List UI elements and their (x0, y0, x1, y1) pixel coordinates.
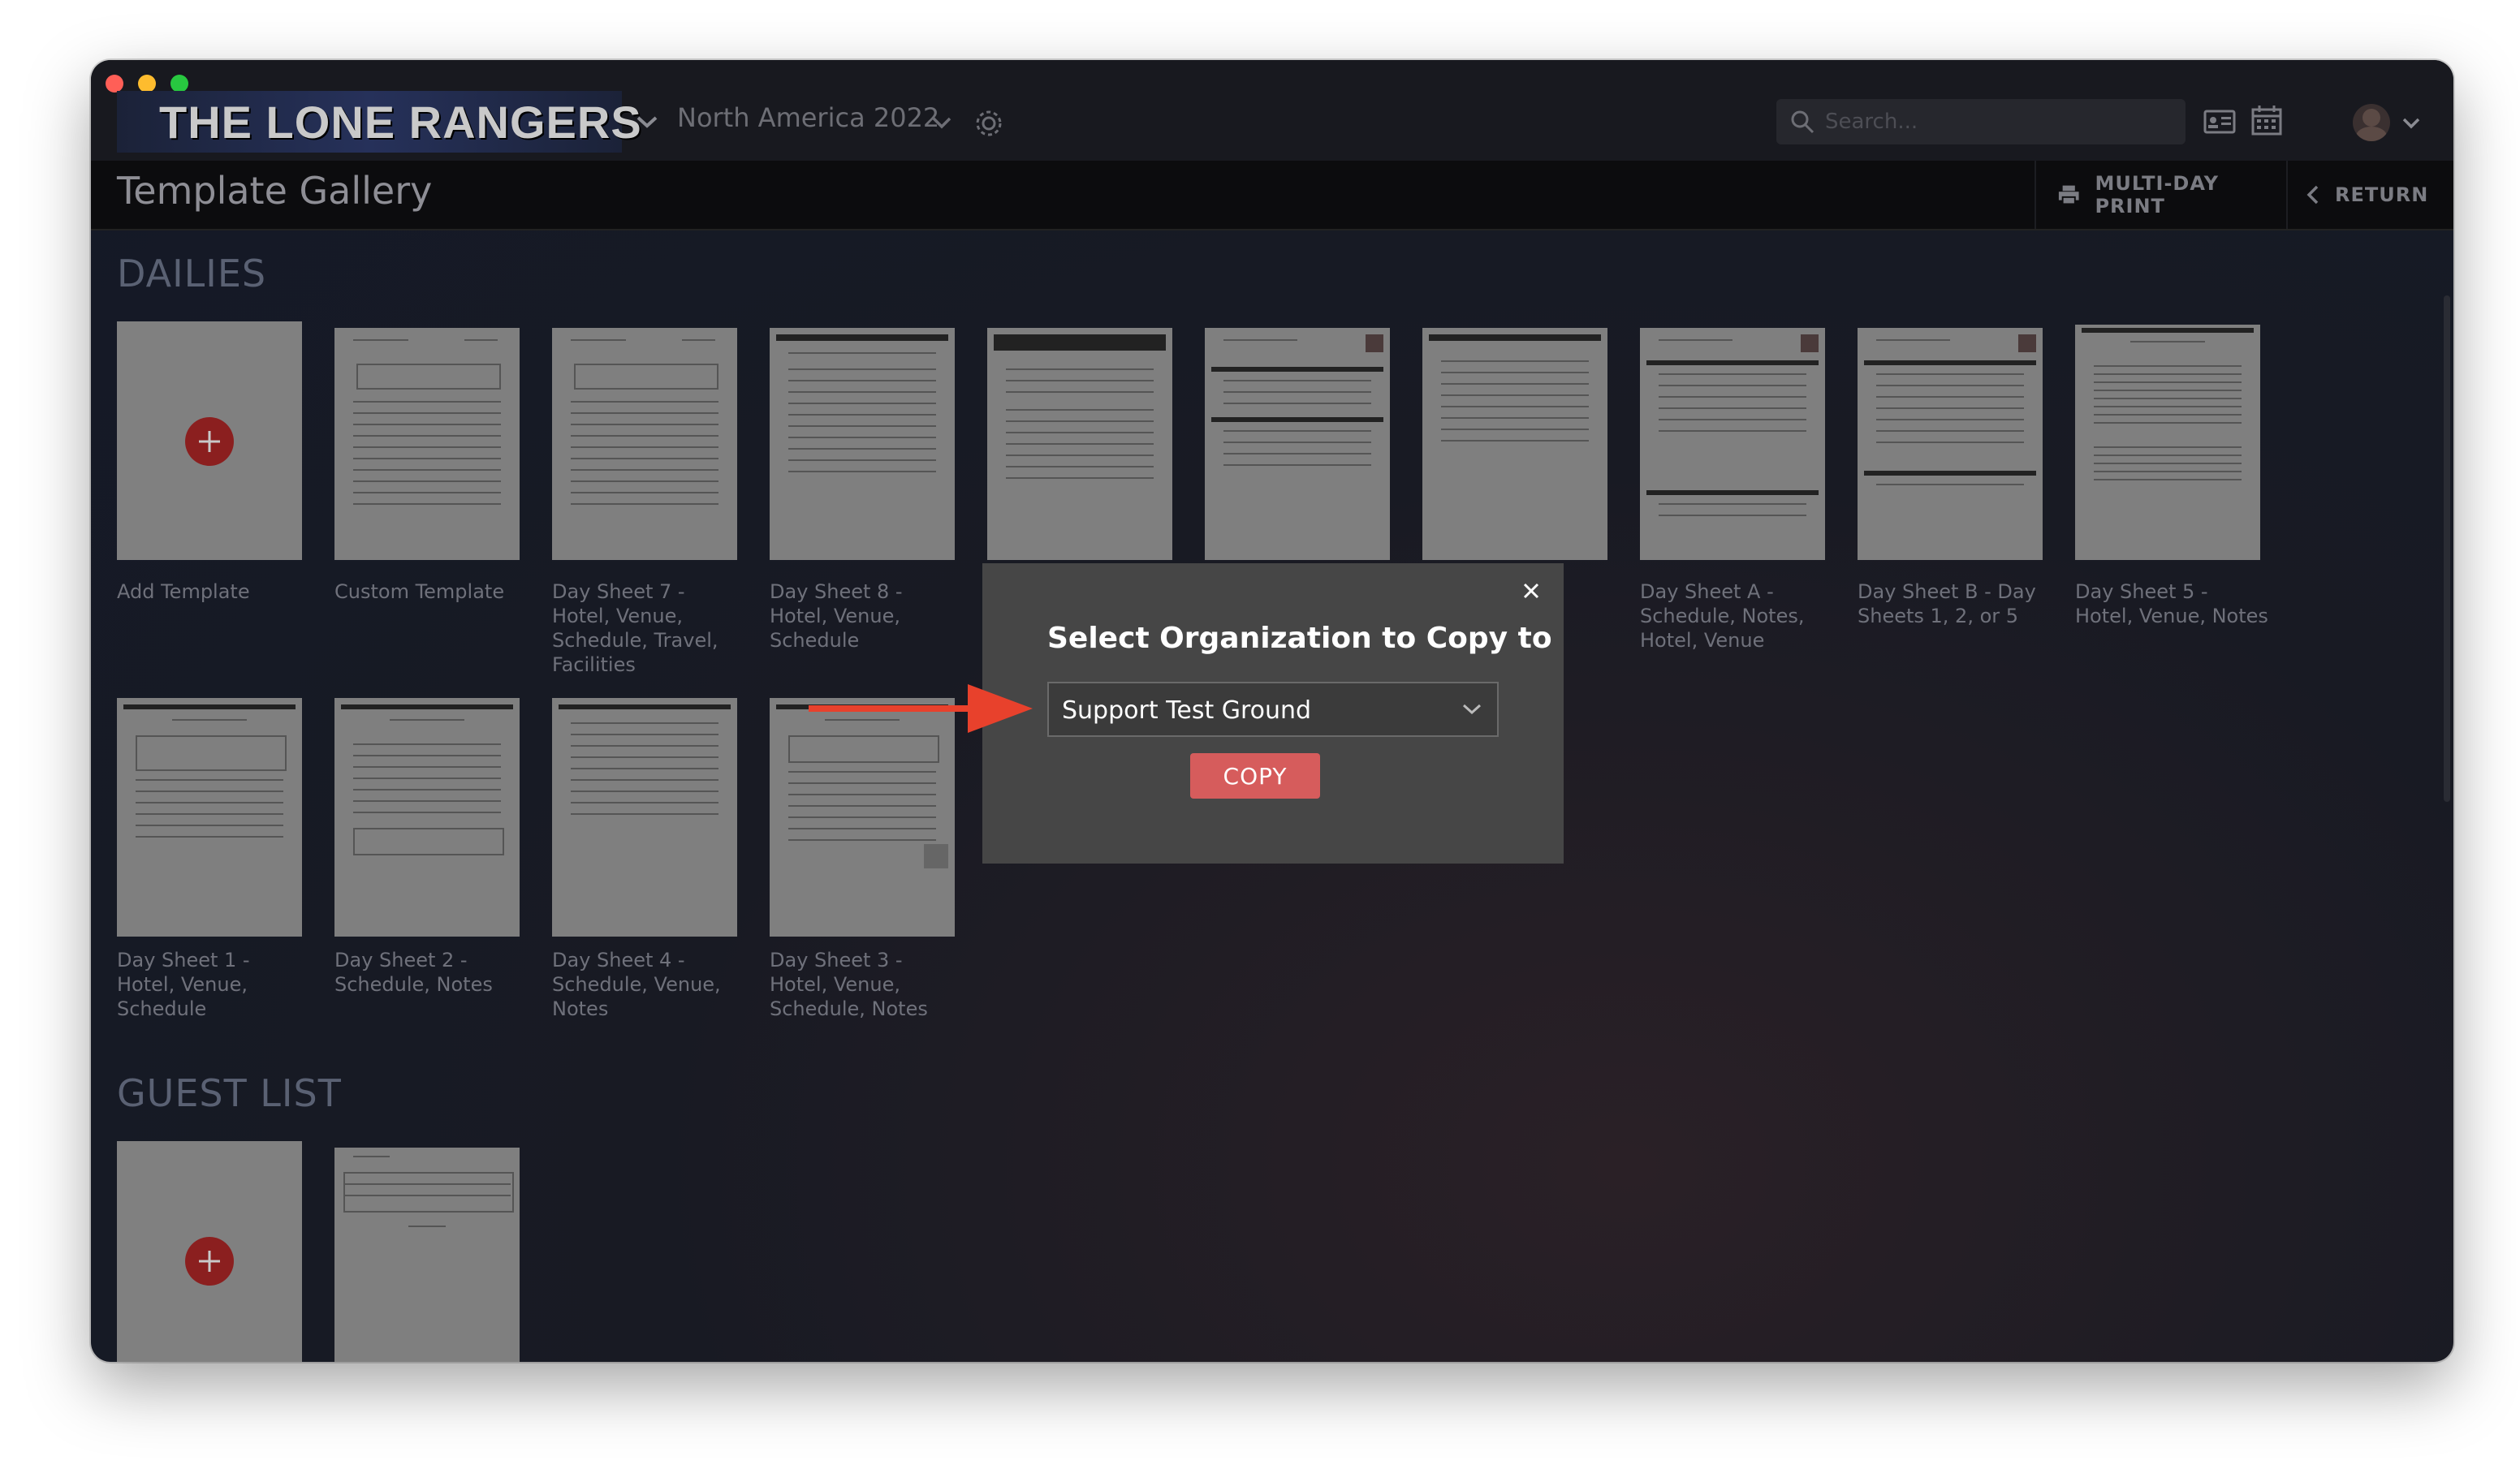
template-thumbnail[interactable] (1422, 328, 1607, 560)
template-label: Day Sheet 4 - Schedule, Venue, Notes (552, 949, 721, 1020)
template-label: Add Template (117, 580, 250, 603)
organization-select[interactable]: Support Test Ground (1047, 682, 1499, 737)
printer-icon (2058, 185, 2079, 205)
template-label: Day Sheet B - Day Sheets 1, 2, or 5 (1858, 580, 2036, 627)
template-thumbnail[interactable] (1640, 328, 1825, 560)
dailies-section-title: DAILIES (117, 252, 267, 295)
page-header: Template Gallery MULTI-DAY PRINT RETURN (91, 161, 2453, 230)
organization-select-value: Support Test Ground (1062, 696, 1312, 725)
close-icon[interactable] (1518, 578, 1544, 604)
return-label: RETURN (2335, 183, 2429, 206)
template-thumbnail[interactable] (770, 328, 955, 560)
band-logo-text: THE LONE RANGERS (159, 96, 642, 148)
template-thumbnail[interactable] (334, 1148, 520, 1362)
copy-template-modal: Select Organization to Copy to Support T… (982, 563, 1564, 864)
template-label: Day Sheet 5 - Hotel, Venue, Notes (2075, 580, 2268, 627)
annotation-arrow-icon (809, 684, 1033, 733)
chevron-down-icon[interactable] (635, 114, 659, 130)
scrollbar[interactable] (2444, 295, 2450, 802)
contact-card-icon[interactable] (2203, 109, 2236, 135)
gear-icon[interactable] (973, 107, 1005, 140)
add-template-card[interactable] (117, 321, 302, 560)
add-icon (185, 1237, 234, 1286)
app-window: THE LONE RANGERS North America 2022 Sear… (91, 60, 2453, 1362)
template-thumbnail[interactable] (1858, 328, 2043, 560)
multi-day-print-label: MULTI-DAY PRINT (2095, 172, 2219, 218)
template-thumbnail[interactable] (1205, 328, 1390, 560)
search-placeholder: Search... (1825, 110, 1918, 134)
add-guest-list-template-card[interactable] (117, 1141, 302, 1362)
minimize-window-button[interactable] (138, 75, 156, 93)
avatar[interactable] (2353, 104, 2390, 141)
template-label: Day Sheet 3 - Hotel, Venue, Schedule, No… (770, 949, 928, 1020)
template-label: Day Sheet 1 - Hotel, Venue, Schedule (117, 949, 250, 1020)
calendar-icon[interactable] (2250, 104, 2283, 136)
copy-button[interactable]: COPY (1190, 753, 1320, 799)
template-thumbnail[interactable] (552, 698, 737, 937)
band-logo[interactable]: THE LONE RANGERS (117, 91, 641, 153)
template-label: Day Sheet 2 - Schedule, Notes (334, 949, 493, 996)
template-label: Day Sheet A - Schedule, Notes, Hotel, Ve… (1640, 580, 1805, 652)
template-thumbnail[interactable] (2075, 325, 2260, 560)
search-icon (1791, 110, 1814, 134)
template-label: Day Sheet 8 - Hotel, Venue, Schedule (770, 580, 903, 652)
multi-day-print-button[interactable]: MULTI-DAY PRINT (2035, 161, 2286, 229)
template-thumbnail[interactable] (334, 328, 520, 560)
top-navbar: THE LONE RANGERS North America 2022 Sear… (91, 60, 2453, 161)
template-label: Custom Template (334, 580, 505, 603)
return-button[interactable]: RETURN (2286, 161, 2453, 229)
maximize-window-button[interactable] (170, 75, 188, 93)
search-input[interactable]: Search... (1776, 99, 2186, 144)
page-title: Template Gallery (117, 169, 433, 213)
guest-list-section-title: GUEST LIST (117, 1071, 342, 1115)
template-label: Day Sheet 7 - Hotel, Venue, Schedule, Tr… (552, 580, 718, 676)
close-window-button[interactable] (106, 75, 123, 93)
template-thumbnail[interactable] (334, 698, 520, 937)
tour-selector[interactable]: North America 2022 (677, 102, 939, 133)
chevron-down-icon (1462, 704, 1482, 715)
template-thumbnail[interactable] (987, 328, 1172, 560)
user-menu-chevron-down-icon[interactable] (2401, 117, 2421, 130)
tour-chevron-down-icon[interactable] (930, 115, 953, 130)
template-thumbnail[interactable] (117, 698, 302, 937)
template-thumbnail[interactable] (552, 328, 737, 560)
add-icon (185, 417, 234, 466)
modal-title: Select Organization to Copy to (1047, 622, 1552, 655)
chevron-left-icon (2306, 185, 2319, 205)
